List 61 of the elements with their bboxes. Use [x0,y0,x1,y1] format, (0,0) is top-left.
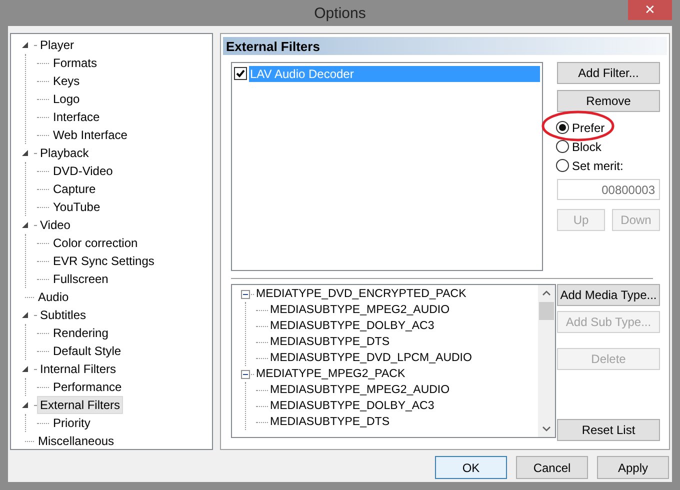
tree-item[interactable]: YouTube [51,199,102,215]
scroll-up-icon[interactable] [542,290,551,296]
media-subtype-item[interactable]: MEDIASUBTYPE_MPEG2_AUDIO [270,304,450,316]
tree-item[interactable]: Audio [36,289,71,305]
expand-arrow-icon[interactable] [21,149,29,157]
radio-label: Set merit: [572,158,624,172]
tree-item[interactable]: Default Style [51,343,124,359]
tree-item[interactable]: Keys [51,73,82,89]
tree-item[interactable]: Video [38,217,72,233]
radio-button[interactable] [556,140,569,153]
tree-item[interactable]: DVD-Video [51,163,115,179]
media-type-item[interactable]: MEDIATYPE_MPEG2_PACK [256,368,406,380]
dialog-button[interactable]: Cancel [516,456,588,479]
scroll-down-icon[interactable] [542,426,551,432]
window-title: Options [314,4,366,22]
media-subtype-item[interactable]: MEDIASUBTYPE_DTS [270,336,390,348]
media-subtype-item[interactable]: MEDIASUBTYPE_DOLBY_AC3 [270,400,434,412]
expand-arrow-icon[interactable] [21,365,29,373]
tree-item[interactable]: Capture [51,181,98,197]
expand-arrow-icon[interactable] [21,311,29,319]
media-type-item[interactable]: MEDIATYPE_DVD_ENCRYPTED_PACK [256,288,466,300]
filter-button[interactable]: Remove [557,90,660,112]
tree-item[interactable]: Player [38,37,76,53]
expand-arrow-icon[interactable] [21,221,29,229]
radio-label: Prefer [572,120,605,134]
media-subtype-item[interactable]: MEDIASUBTYPE_MPEG2_AUDIO [270,384,450,396]
media-subtype-item[interactable]: MEDIASUBTYPE_DVD_LPCM_AUDIO [270,352,472,364]
tree-item[interactable]: Color correction [51,235,140,251]
filter-button[interactable]: Add Filter... [557,62,660,84]
tree-item[interactable]: Formats [51,55,100,71]
tree-item[interactable]: Performance [51,379,124,395]
dialog-button[interactable]: Apply [597,456,669,479]
tree-item[interactable]: Fullscreen [51,271,110,287]
collapse-icon[interactable] [241,290,250,298]
tree-item[interactable]: Subtitles [38,307,88,323]
tree-item[interactable]: Priority [51,415,92,431]
media-button[interactable]: Reset List [557,419,660,441]
radio-label: Block [572,140,602,154]
close-button[interactable]: ✕ [628,0,672,20]
radio-button[interactable] [556,159,569,172]
filter-checkbox[interactable] [234,67,247,80]
tree-item[interactable]: Miscellaneous [36,433,116,449]
panel-header: External Filters [223,37,667,55]
tree-item[interactable]: Web Interface [51,127,130,143]
dialog-button[interactable]: OK [435,456,507,479]
tree-item[interactable]: External Filters [38,397,122,413]
tree-item[interactable]: Logo [51,91,82,107]
media-subtype-item[interactable]: MEDIASUBTYPE_DTS [270,416,390,428]
expand-arrow-icon[interactable] [21,41,29,49]
media-button[interactable]: Add Media Type... [557,284,660,306]
media-subtype-item[interactable]: MEDIASUBTYPE_DOLBY_AC3 [270,320,434,332]
tree-item[interactable]: Playback [38,145,91,161]
scroll-thumb[interactable] [539,302,554,320]
radio-button[interactable] [556,121,569,134]
scrollbar[interactable] [538,285,555,437]
expand-arrow-icon[interactable] [21,401,29,409]
tree-item[interactable]: Interface [51,109,102,125]
tree-item[interactable]: Internal Filters [38,361,118,377]
collapse-icon[interactable] [241,370,250,378]
tree-item[interactable]: EVR Sync Settings [51,253,156,269]
tree-item[interactable]: Rendering [51,325,110,341]
